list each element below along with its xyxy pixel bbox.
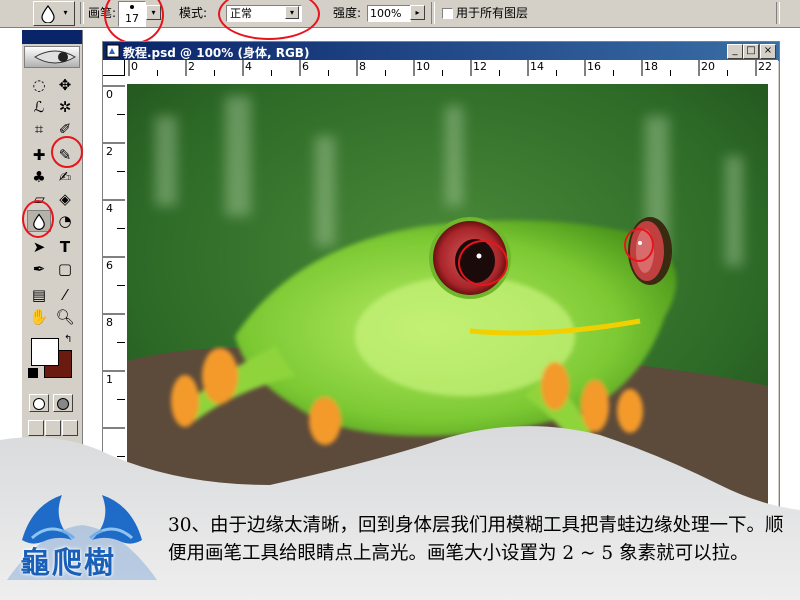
stamp-icon[interactable]: ♣ (27, 166, 51, 188)
all-layers-checkbox[interactable] (442, 8, 453, 19)
close-button[interactable]: × (760, 44, 776, 59)
ruler-label: 0 (131, 60, 138, 73)
annotation-circle (51, 136, 83, 168)
tool-preset-picker[interactable]: ▾ (33, 1, 75, 26)
strength-label: 强度: (333, 6, 362, 20)
separator (776, 2, 780, 24)
magic-wand-icon[interactable]: ✲ (53, 96, 77, 118)
strength-slider-button[interactable]: ▸ (410, 5, 425, 20)
history-brush-icon[interactable]: ✍ (53, 166, 77, 188)
document-titlebar[interactable]: 教程.psd @ 100% (身体, RGB) _ □ × (103, 42, 779, 61)
horizontal-ruler: 0 2 4 6 8 10 12 14 16 18 20 22 (125, 60, 778, 77)
eye-icon (34, 50, 76, 64)
ruler-label: 10 (416, 60, 430, 73)
shape-icon[interactable]: ▢ (53, 258, 77, 280)
toolbox-header (22, 30, 82, 44)
annotation-circle (218, 0, 320, 40)
mode-label: 模式: (179, 6, 208, 20)
default-colors-icon[interactable] (28, 368, 38, 378)
droplet-icon (41, 5, 55, 23)
ruler-label: 14 (530, 60, 544, 73)
all-layers-label: 用于所有图层 (456, 6, 529, 20)
lasso-icon[interactable]: ℒ (27, 96, 51, 118)
zoom-icon[interactable]: 🔍︎ (53, 306, 77, 328)
ruler-label: 0 (106, 88, 113, 101)
tool-options-bar: ▾ 画笔: 17 ▾ 模式: 正常 ▾ 强度: 100% ▸ 用于所有图层 (0, 0, 800, 44)
annotation-circle (624, 228, 654, 262)
site-logo: 龜爬樹 (2, 480, 162, 595)
ruler-label: 4 (245, 60, 252, 73)
tutorial-caption: 30、由于边缘太清晰，回到身体层我们用模糊工具把青蛙边缘处理一下。顺便用画笔工具… (168, 515, 784, 564)
ruler-label: 20 (701, 60, 715, 73)
annotation-circle (458, 240, 508, 286)
ruler-label: 2 (106, 145, 113, 158)
move-icon[interactable]: ✥ (53, 74, 77, 96)
ruler-ticks: 0 2 4 6 8 10 12 14 16 18 20 22 (128, 60, 772, 76)
healing-icon[interactable]: ✚ (27, 144, 51, 166)
foreground-color-swatch[interactable] (31, 338, 59, 366)
ruler-label: 22 (758, 60, 772, 73)
ruler-origin[interactable] (103, 60, 125, 76)
ruler-label: 6 (106, 259, 113, 272)
swap-colors-icon[interactable]: ↰ (64, 334, 72, 345)
eyedropper-icon[interactable]: ⁄ (53, 284, 77, 306)
strength-value: 100% (370, 7, 402, 20)
fill-icon[interactable]: ◈ (53, 188, 77, 210)
notes-icon[interactable]: ▤ (27, 284, 51, 306)
path-select-icon[interactable]: ➤ (27, 236, 51, 258)
ruler-label: 8 (359, 60, 366, 73)
annotation-circle (104, 0, 164, 44)
chevron-down-icon: ▾ (59, 6, 72, 19)
crop-icon[interactable]: ⌗ (27, 118, 51, 140)
strength-input[interactable]: 100% (367, 5, 411, 22)
maximize-button[interactable]: □ (743, 44, 759, 59)
document-title: 教程.psd @ 100% (身体, RGB) (123, 46, 310, 60)
ruler-label: 18 (644, 60, 658, 73)
ruler-label: 1 (106, 373, 113, 386)
marquee-icon[interactable]: ◌ (27, 74, 51, 96)
separator (80, 2, 84, 24)
pen-icon[interactable]: ✒ (27, 258, 51, 280)
hand-icon[interactable]: ✋ (27, 306, 51, 328)
dodge-icon[interactable]: ◔ (53, 210, 77, 232)
ruler-label: 12 (473, 60, 487, 73)
ruler-label: 16 (587, 60, 601, 73)
type-icon[interactable]: T (53, 236, 77, 258)
ruler-label: 6 (302, 60, 309, 73)
separator (431, 2, 435, 24)
annotation-circle (22, 200, 54, 238)
ruler-label: 2 (188, 60, 195, 73)
ruler-label: 4 (106, 202, 113, 215)
photoshop-document-icon (106, 44, 120, 58)
logo-text: 龜爬樹 (20, 546, 116, 581)
adobe-eye-logo[interactable] (24, 46, 80, 68)
minimize-button[interactable]: _ (727, 44, 743, 59)
ruler-label: 8 (106, 316, 113, 329)
